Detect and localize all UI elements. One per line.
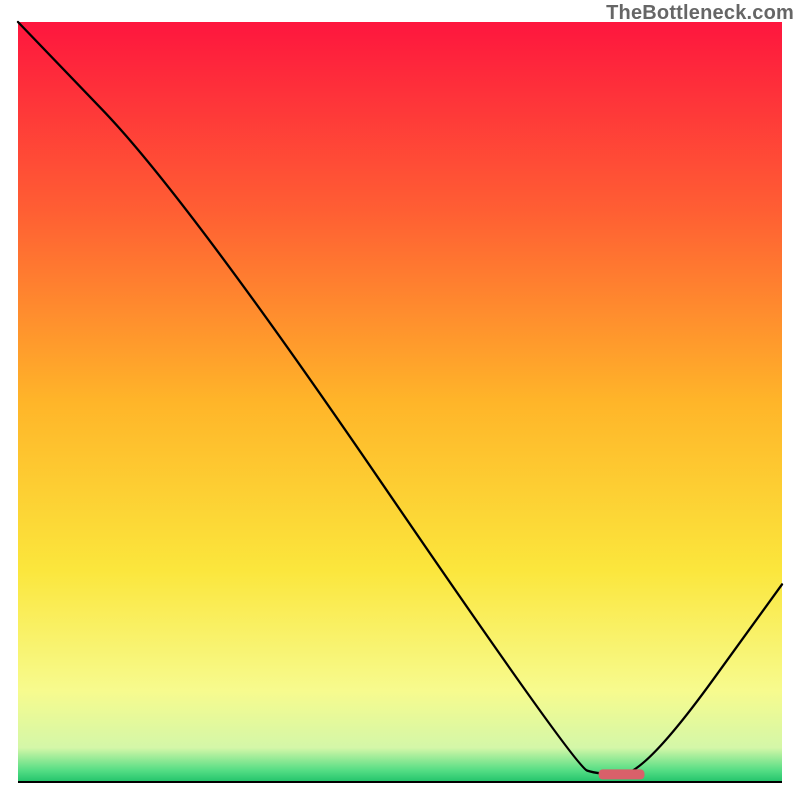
chart-container: TheBottleneck.com bbox=[0, 0, 800, 800]
watermark-text: TheBottleneck.com bbox=[606, 2, 794, 25]
highlight-marker bbox=[599, 769, 645, 779]
chart-plot bbox=[0, 0, 800, 800]
plot-background bbox=[18, 22, 782, 782]
